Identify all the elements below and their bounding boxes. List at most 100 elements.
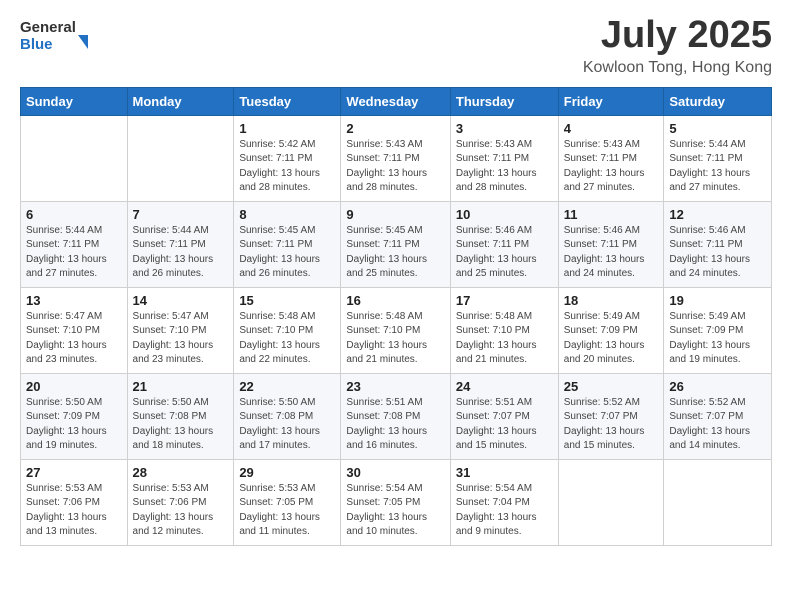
day-detail: Sunrise: 5:43 AMSunset: 7:11 PMDaylight:… [346,138,444,196]
day-number: 11 [564,207,659,222]
calendar-cell: 11Sunrise: 5:46 AMSunset: 7:11 PMDayligh… [558,201,664,287]
day-detail: Sunrise: 5:47 AMSunset: 7:10 PMDaylight:… [133,310,229,368]
day-header-tuesday: Tuesday [234,87,341,115]
day-header-wednesday: Wednesday [341,87,450,115]
day-detail: Sunrise: 5:52 AMSunset: 7:07 PMDaylight:… [669,396,766,454]
logo: GeneralBlue [20,15,100,55]
calendar-cell: 28 Sunrise: 5:53 AMSunset: 7:06 PMDayligh… [127,459,234,545]
day-detail: Sunrise: 5:48 AMSunset: 7:10 PMDaylight:… [239,310,335,368]
calendar-cell: 30Sunrise: 5:54 AMSunset: 7:05 PMDayligh… [341,459,450,545]
day-detail: Sunrise: 5:47 AMSunset: 7:10 PMDaylight:… [26,310,122,368]
day-detail: Sunrise: 5:44 AMSunset: 7:11 PMDaylight:… [669,138,766,196]
header: GeneralBlue July 2025 Kowloon Tong, Hong… [20,15,772,77]
calendar-cell: 31 Sunrise: 5:54 AMSunset: 7:04 PMDayligh… [450,459,558,545]
day-number: 23 [346,379,444,394]
day-detail: Sunrise: 5:53 AMSunset: 7:06 PMDaylight:… [133,482,229,540]
calendar-cell: 21 Sunrise: 5:50 AMSunset: 7:08 PMDayligh… [127,373,234,459]
calendar-cell: 27 Sunrise: 5:53 AMSunset: 7:06 PMDayligh… [21,459,128,545]
calendar-header-row: SundayMondayTuesdayWednesdayThursdayFrid… [21,87,772,115]
calendar-cell [21,115,128,201]
day-number: 30 [346,465,444,480]
calendar-cell: 18Sunrise: 5:49 AMSunset: 7:09 PMDayligh… [558,287,664,373]
day-header-saturday: Saturday [664,87,772,115]
day-detail: Sunrise: 5:45 AMSunset: 7:11 PMDaylight:… [346,224,444,282]
calendar-cell: 7 Sunrise: 5:44 AMSunset: 7:11 PMDaylight… [127,201,234,287]
month-title: July 2025 [583,15,772,57]
day-number: 1 [239,121,335,136]
title-block: July 2025 Kowloon Tong, Hong Kong [583,15,772,77]
day-number: 18 [564,293,659,308]
day-number: 12 [669,207,766,222]
calendar-cell [664,459,772,545]
day-number: 28 [133,465,229,480]
calendar-cell: 13 Sunrise: 5:47 AMSunset: 7:10 PMDayligh… [21,287,128,373]
location-title: Kowloon Tong, Hong Kong [583,59,772,77]
day-number: 14 [133,293,229,308]
calendar-cell: 17Sunrise: 5:48 AMSunset: 7:10 PMDayligh… [450,287,558,373]
day-number: 15 [239,293,335,308]
day-number: 25 [564,379,659,394]
day-number: 26 [669,379,766,394]
day-detail: Sunrise: 5:50 AMSunset: 7:08 PMDaylight:… [239,396,335,454]
calendar-cell: 10Sunrise: 5:46 AMSunset: 7:11 PMDayligh… [450,201,558,287]
calendar-cell: 6 Sunrise: 5:44 AMSunset: 7:11 PMDaylight… [21,201,128,287]
day-number: 16 [346,293,444,308]
calendar-week-row: 1 Sunrise: 5:42 AMSunset: 7:11 PMDaylight… [21,115,772,201]
day-detail: Sunrise: 5:50 AMSunset: 7:08 PMDaylight:… [133,396,229,454]
svg-text:General: General [20,19,76,36]
day-number: 27 [26,465,122,480]
calendar-cell: 4Sunrise: 5:43 AMSunset: 7:11 PMDaylight… [558,115,664,201]
day-number: 4 [564,121,659,136]
day-number: 2 [346,121,444,136]
day-number: 5 [669,121,766,136]
logo-svg: GeneralBlue [20,15,100,55]
calendar-cell: 20 Sunrise: 5:50 AMSunset: 7:09 PMDayligh… [21,373,128,459]
day-number: 6 [26,207,122,222]
day-detail: Sunrise: 5:50 AMSunset: 7:09 PMDaylight:… [26,396,122,454]
calendar-cell: 23Sunrise: 5:51 AMSunset: 7:08 PMDayligh… [341,373,450,459]
day-number: 10 [456,207,553,222]
calendar-week-row: 6 Sunrise: 5:44 AMSunset: 7:11 PMDaylight… [21,201,772,287]
day-number: 21 [133,379,229,394]
day-detail: Sunrise: 5:43 AMSunset: 7:11 PMDaylight:… [456,138,553,196]
day-number: 22 [239,379,335,394]
calendar-cell: 16 Sunrise: 5:48 AMSunset: 7:10 PMDayligh… [341,287,450,373]
day-detail: Sunrise: 5:45 AMSunset: 7:11 PMDaylight:… [239,224,335,282]
day-detail: Sunrise: 5:53 AMSunset: 7:05 PMDaylight:… [239,482,335,540]
day-header-thursday: Thursday [450,87,558,115]
calendar-cell: 22 Sunrise: 5:50 AMSunset: 7:08 PMDayligh… [234,373,341,459]
day-number: 31 [456,465,553,480]
day-detail: Sunrise: 5:44 AMSunset: 7:11 PMDaylight:… [133,224,229,282]
day-detail: Sunrise: 5:48 AMSunset: 7:10 PMDaylight:… [346,310,444,368]
day-number: 13 [26,293,122,308]
day-number: 8 [239,207,335,222]
day-header-friday: Friday [558,87,664,115]
calendar-cell: 5 Sunrise: 5:44 AMSunset: 7:11 PMDaylight… [664,115,772,201]
calendar-week-row: 20 Sunrise: 5:50 AMSunset: 7:09 PMDayligh… [21,373,772,459]
day-detail: Sunrise: 5:44 AMSunset: 7:11 PMDaylight:… [26,224,122,282]
day-number: 7 [133,207,229,222]
calendar-cell: 15 Sunrise: 5:48 AMSunset: 7:10 PMDayligh… [234,287,341,373]
calendar-cell: 25Sunrise: 5:52 AMSunset: 7:07 PMDayligh… [558,373,664,459]
day-number: 20 [26,379,122,394]
day-detail: Sunrise: 5:54 AMSunset: 7:04 PMDaylight:… [456,482,553,540]
calendar-cell: 14 Sunrise: 5:47 AMSunset: 7:10 PMDayligh… [127,287,234,373]
day-number: 9 [346,207,444,222]
calendar-cell: 26 Sunrise: 5:52 AMSunset: 7:07 PMDayligh… [664,373,772,459]
calendar-cell: 12 Sunrise: 5:46 AMSunset: 7:11 PMDayligh… [664,201,772,287]
calendar-cell: 19Sunrise: 5:49 AMSunset: 7:09 PMDayligh… [664,287,772,373]
day-detail: Sunrise: 5:53 AMSunset: 7:06 PMDaylight:… [26,482,122,540]
day-detail: Sunrise: 5:48 AMSunset: 7:10 PMDaylight:… [456,310,553,368]
day-header-sunday: Sunday [21,87,128,115]
day-number: 3 [456,121,553,136]
calendar-cell: 8 Sunrise: 5:45 AMSunset: 7:11 PMDaylight… [234,201,341,287]
day-detail: Sunrise: 5:42 AMSunset: 7:11 PMDaylight:… [239,138,335,196]
calendar-cell [127,115,234,201]
day-detail: Sunrise: 5:46 AMSunset: 7:11 PMDaylight:… [669,224,766,282]
page: GeneralBlue July 2025 Kowloon Tong, Hong… [0,0,792,612]
day-number: 24 [456,379,553,394]
svg-text:Blue: Blue [20,36,53,53]
calendar-cell [558,459,664,545]
calendar-cell: 29Sunrise: 5:53 AMSunset: 7:05 PMDayligh… [234,459,341,545]
calendar-cell: 24Sunrise: 5:51 AMSunset: 7:07 PMDayligh… [450,373,558,459]
